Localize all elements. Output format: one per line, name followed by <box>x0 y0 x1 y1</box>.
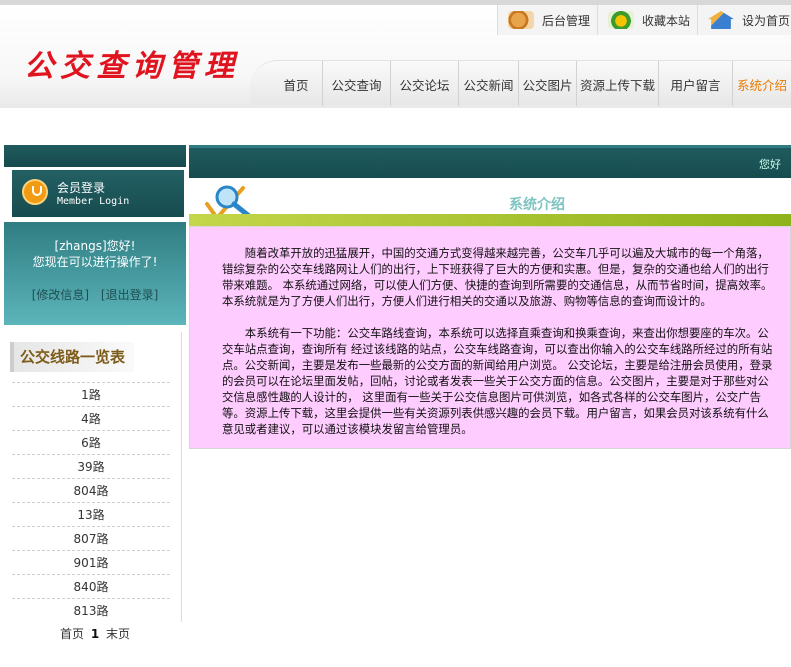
route-item[interactable]: 4路 <box>12 406 170 430</box>
login-header: 会员登录 Member Login <box>12 170 184 217</box>
login-subtitle: Member Login <box>57 196 130 207</box>
logout-link[interactable]: [退出登录] <box>101 288 158 302</box>
left-header-bar <box>4 145 186 167</box>
greeting-line-2: 您现在可以进行操作了! <box>32 255 158 269</box>
quick-link-favorite[interactable]: 收藏本站 <box>597 5 697 35</box>
section-divider <box>189 214 791 226</box>
intro-paragraph: 随着改革开放的迅猛展开，中国的交通方式变得越来越完善，公交车几乎可以遍及大城市的… <box>222 246 773 308</box>
quick-link-label: 后台管理 <box>542 13 591 28</box>
hello-text: 您好 <box>759 158 781 171</box>
admin-icon <box>508 11 534 29</box>
home-icon <box>708 11 734 29</box>
route-list-title: 公交线路一览表 <box>10 342 134 372</box>
quick-link-label: 设为首页 <box>742 13 791 28</box>
greeting-line-1: [zhangs]您好! <box>54 239 136 253</box>
pager-first[interactable]: 首页 <box>60 627 84 641</box>
route-item[interactable]: 813路 <box>12 598 170 622</box>
section-title: 系统介绍 <box>509 197 565 213</box>
login-links: [修改信息] [退出登录] <box>4 286 186 303</box>
favorite-icon <box>608 11 634 29</box>
site-logo[interactable]: 公交查询管理 <box>24 41 240 85</box>
intro-content: 随着改革开放的迅猛展开，中国的交通方式变得越来越完善，公交车几乎可以遍及大城市的… <box>189 226 791 449</box>
nav-item-forum[interactable]: 公交论坛 <box>390 61 458 106</box>
pager-current: 1 <box>90 627 100 641</box>
nav-item-messages[interactable]: 用户留言 <box>658 61 732 106</box>
nav-item-upload-download[interactable]: 资源上传下载 <box>576 61 658 106</box>
nav-item-pictures[interactable]: 公交图片 <box>518 61 576 106</box>
route-list: 1路 4路 6路 39路 804路 13路 807路 901路 840路 813… <box>12 382 170 622</box>
route-item[interactable]: 807路 <box>12 526 170 550</box>
nav-item-system-intro[interactable]: 系统介绍 <box>732 61 791 106</box>
intro-paragraph: 本系统有一下功能：公交车路线查询，本系统可以选择直乘查询和换乘查询，来查出你想要… <box>222 326 773 436</box>
route-item[interactable]: 39路 <box>12 454 170 478</box>
route-item[interactable]: 840路 <box>12 574 170 598</box>
nav-item-home[interactable]: 首页 <box>270 61 322 106</box>
quick-link-homepage[interactable]: 设为首页 <box>697 5 791 35</box>
right-header-bar: 您好 <box>189 145 791 178</box>
route-pager: 首页 1 末页 <box>60 625 130 642</box>
edit-profile-link[interactable]: [修改信息] <box>32 288 89 302</box>
route-item[interactable]: 13路 <box>12 502 170 526</box>
login-greeting: [zhangs]您好! 您现在可以进行操作了! <box>4 238 186 270</box>
nav-item-news[interactable]: 公交新闻 <box>458 61 518 106</box>
pager-last[interactable]: 末页 <box>106 627 130 641</box>
route-item[interactable]: 804路 <box>12 478 170 502</box>
login-status-box: [zhangs]您好! 您现在可以进行操作了! [修改信息] [退出登录] <box>4 222 186 325</box>
main-nav: 首页 公交查询 公交论坛 公交新闻 公交图片 资源上传下载 用户留言 系统介绍 <box>250 60 791 106</box>
power-icon <box>22 179 48 205</box>
route-list-panel: 公交线路一览表 1路 4路 6路 39路 804路 13路 807路 901路 … <box>4 332 182 622</box>
quick-link-label: 收藏本站 <box>642 13 691 28</box>
route-item[interactable]: 1路 <box>12 382 170 406</box>
route-item[interactable]: 6路 <box>12 430 170 454</box>
quick-link-admin[interactable]: 后台管理 <box>497 5 597 35</box>
login-title: 会员登录 <box>57 181 106 195</box>
route-item[interactable]: 901路 <box>12 550 170 574</box>
nav-item-bus-query[interactable]: 公交查询 <box>322 61 390 106</box>
